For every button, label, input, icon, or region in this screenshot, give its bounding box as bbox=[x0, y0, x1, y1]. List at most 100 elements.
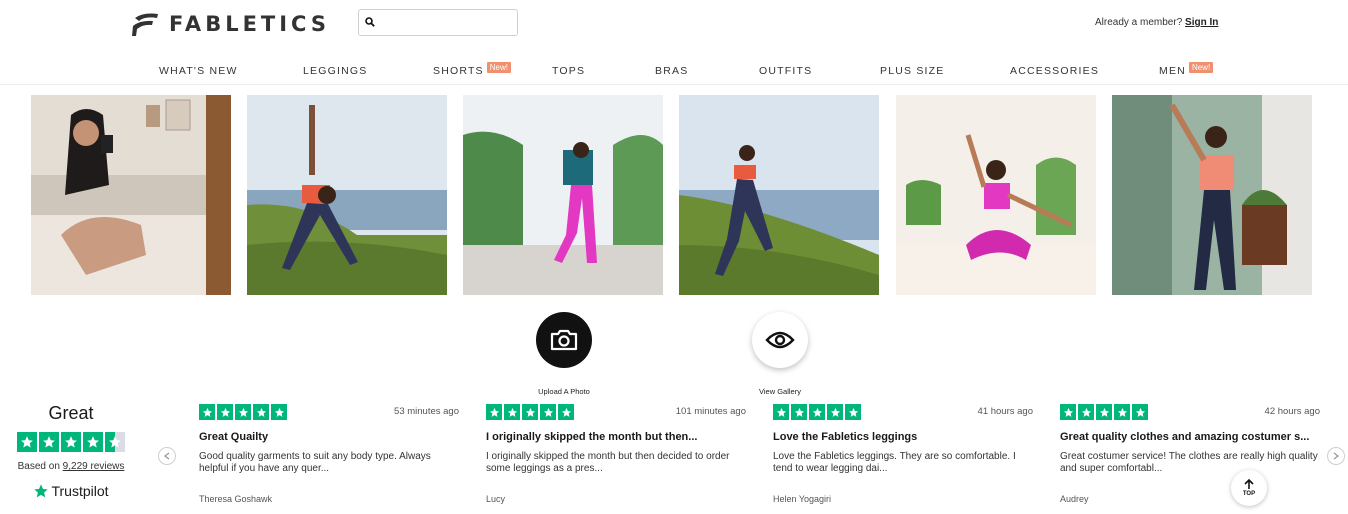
reviews-prev-button[interactable] bbox=[158, 447, 176, 465]
nav-divider bbox=[0, 84, 1348, 85]
view-gallery-button[interactable] bbox=[752, 312, 808, 368]
review-body: I originally skipped the month but then … bbox=[486, 451, 730, 474]
star-icon bbox=[504, 404, 520, 420]
new-badge: New! bbox=[486, 62, 511, 73]
star-icon bbox=[809, 404, 825, 420]
nav-label: PLUS SIZE bbox=[880, 65, 945, 77]
star-icon bbox=[235, 404, 251, 420]
review-author: Audrey bbox=[1060, 494, 1089, 504]
review-author: Helen Yogagiri bbox=[773, 494, 832, 504]
fabletics-logo-icon bbox=[132, 13, 158, 36]
star-icon bbox=[271, 404, 287, 420]
star-icon bbox=[827, 404, 843, 420]
gallery-photo-4[interactable] bbox=[679, 95, 879, 295]
based-on-text: Based on bbox=[17, 461, 60, 472]
nav-label: OUTFITS bbox=[759, 65, 813, 77]
review-body: Good quality garments to suit any body t… bbox=[199, 451, 431, 474]
star-icon bbox=[253, 404, 269, 420]
star-icon bbox=[845, 404, 861, 420]
nav-item-whats-new[interactable]: WHAT'S NEW bbox=[159, 65, 238, 77]
review-author: Theresa Goshawk bbox=[199, 494, 273, 504]
nav-item-leggings[interactable]: LEGGINGS bbox=[303, 65, 367, 77]
gallery-photo-6[interactable] bbox=[1112, 95, 1312, 295]
gallery-photo-1[interactable] bbox=[31, 95, 231, 295]
review-title: I originally skipped the month but then.… bbox=[486, 431, 698, 443]
star-icon bbox=[17, 432, 37, 452]
back-to-top-button[interactable]: TOP bbox=[1231, 470, 1267, 506]
search-box[interactable] bbox=[358, 9, 518, 36]
nav-item-shorts[interactable]: SHORTS New! bbox=[433, 62, 511, 77]
star-icon bbox=[486, 404, 502, 420]
yoga-tree-pose-photo bbox=[896, 95, 1096, 295]
trustpilot-star-icon bbox=[34, 484, 49, 498]
nav-item-men[interactable]: MEN New! bbox=[1159, 62, 1214, 77]
review-card[interactable]: 53 minutes ago Great Quailty Good qualit… bbox=[199, 404, 459, 504]
view-gallery-action[interactable]: View Gallery bbox=[740, 312, 820, 396]
trustpilot-rating-word: Great bbox=[48, 403, 94, 423]
gallery-photo-3[interactable] bbox=[463, 95, 663, 295]
review-card[interactable]: 41 hours ago Love the Fabletics leggings… bbox=[773, 404, 1033, 504]
nav-label: TOPS bbox=[552, 65, 586, 77]
review-time: 101 minutes ago bbox=[675, 406, 746, 417]
fabletics-logo[interactable]: FABLETICS bbox=[131, 12, 330, 36]
member-prompt-text: Already a member? bbox=[1095, 17, 1183, 28]
upload-photo-action[interactable]: Upload A Photo bbox=[524, 312, 604, 396]
gallery-photo-5[interactable] bbox=[896, 95, 1096, 295]
mirror-selfie-photo bbox=[31, 95, 231, 295]
street-pose-photo bbox=[1112, 95, 1312, 295]
review-title: Great Quailty bbox=[199, 431, 269, 443]
nav-label: SHORTS bbox=[433, 65, 484, 77]
review-card[interactable]: 42 hours ago Great quality clothes and a… bbox=[1060, 404, 1320, 504]
nav-item-accessories[interactable]: ACCESSORIES bbox=[1010, 65, 1099, 77]
star-icon bbox=[217, 404, 233, 420]
running-pink-leggings-photo bbox=[463, 95, 663, 295]
trustpilot-brand[interactable]: Trustpilot bbox=[0, 483, 142, 499]
trustpilot-stars bbox=[0, 432, 142, 452]
nav-item-tops[interactable]: TOPS bbox=[552, 65, 585, 77]
review-title: Love the Fabletics leggings bbox=[773, 431, 918, 443]
star-icon bbox=[1078, 404, 1094, 420]
star-icon bbox=[1096, 404, 1112, 420]
main-nav: WHAT'S NEW LEGGINGS SHORTS New! TOPS BRAS… bbox=[0, 60, 1348, 84]
nav-label: MEN bbox=[1159, 65, 1186, 77]
nav-item-bras[interactable]: BRAS bbox=[655, 65, 688, 77]
review-time: 41 hours ago bbox=[977, 406, 1033, 417]
star-icon bbox=[558, 404, 574, 420]
star-icon bbox=[540, 404, 556, 420]
star-icon bbox=[1060, 404, 1076, 420]
eye-icon bbox=[765, 331, 795, 349]
star-icon bbox=[773, 404, 789, 420]
search-input[interactable] bbox=[381, 12, 511, 33]
nav-label: ACCESSORIES bbox=[1010, 65, 1100, 77]
gallery-photo-2[interactable] bbox=[247, 95, 447, 295]
star-icon bbox=[522, 404, 538, 420]
star-icon bbox=[791, 404, 807, 420]
review-body: Love the Fabletics leggings. They are so… bbox=[773, 451, 1016, 474]
logo-text: FABLETICS bbox=[169, 12, 330, 36]
star-icon bbox=[1114, 404, 1130, 420]
half-star-icon bbox=[105, 432, 125, 452]
review-count-link[interactable]: 9,229 reviews bbox=[63, 461, 125, 472]
nav-label: LEGGINGS bbox=[303, 65, 368, 77]
trustpilot-based-on: Based on 9,229 reviews bbox=[0, 461, 142, 472]
star-icon bbox=[1132, 404, 1148, 420]
new-badge: New! bbox=[1188, 62, 1214, 73]
nav-item-outfits[interactable]: OUTFITS bbox=[759, 65, 812, 77]
reviews-next-button[interactable] bbox=[1327, 447, 1345, 465]
upload-photo-label: Upload A Photo bbox=[538, 387, 590, 396]
arrow-up-icon bbox=[1244, 479, 1254, 489]
sign-in-link[interactable]: Sign In bbox=[1185, 17, 1218, 28]
review-card[interactable]: 101 minutes ago I originally skipped the… bbox=[486, 404, 746, 504]
member-prompt: Already a member? Sign In bbox=[1095, 17, 1218, 28]
nav-item-plus-size[interactable]: PLUS SIZE bbox=[880, 65, 944, 77]
yoga-pose-coast-photo bbox=[247, 95, 447, 295]
review-body: Great costumer service! The clothes are … bbox=[1060, 451, 1318, 474]
back-to-top-label: TOP bbox=[1242, 491, 1256, 497]
trustpilot-summary: Great Based on 9,229 reviews Trustpilot bbox=[0, 403, 142, 499]
upload-photo-button[interactable] bbox=[536, 312, 592, 368]
review-author: Lucy bbox=[486, 494, 506, 504]
chevron-right-icon bbox=[1333, 452, 1339, 460]
search-icon bbox=[365, 17, 375, 27]
star-icon bbox=[39, 432, 59, 452]
nav-label: BRAS bbox=[655, 65, 689, 77]
